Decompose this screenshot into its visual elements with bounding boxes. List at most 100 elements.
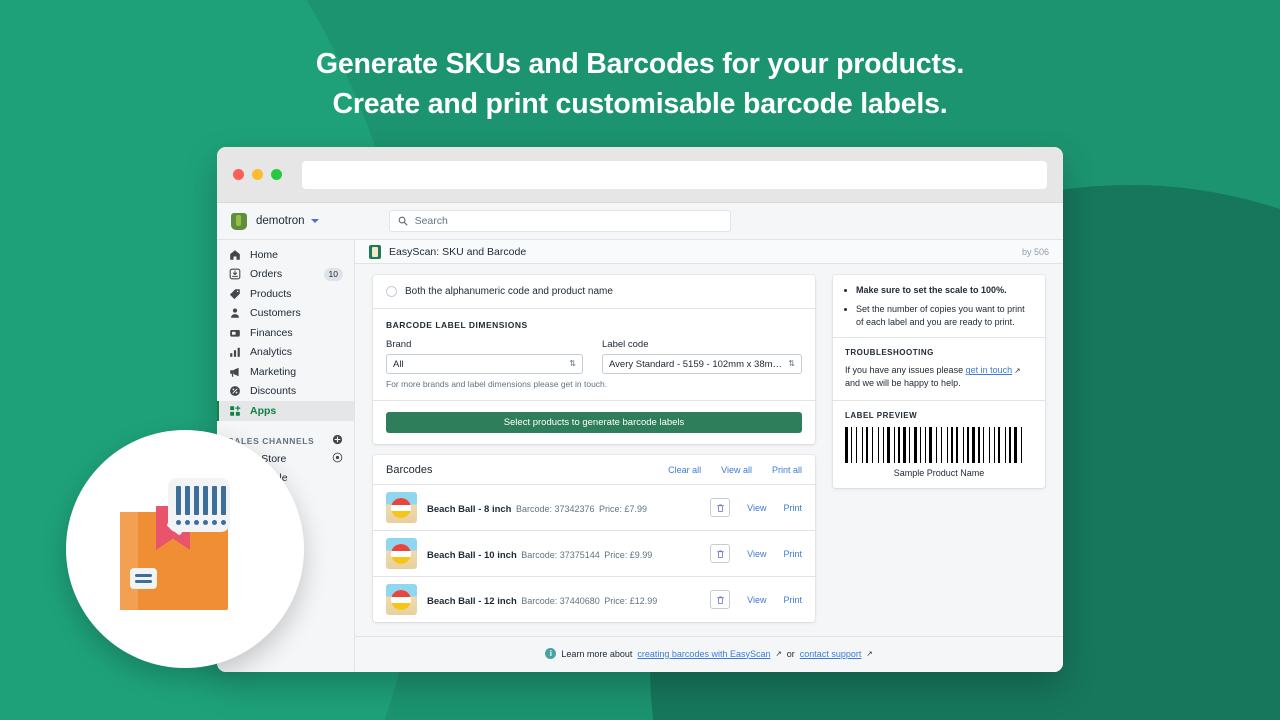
product-info: Beach Ball - 10 inch Barcode: 37375144 P… — [427, 545, 700, 563]
clear-all-link[interactable]: Clear all — [668, 465, 701, 475]
orders-icon — [228, 268, 241, 281]
brand-select[interactable]: All ⇅ — [386, 354, 583, 374]
sidebar-item-discounts[interactable]: Discounts — [217, 382, 354, 402]
bullet-item: Set the number of copies you want to pri… — [856, 303, 1033, 329]
info-icon: i — [545, 648, 557, 659]
table-row[interactable]: Beach Ball - 12 inch Barcode: 37440680 P… — [373, 576, 815, 622]
creating-barcodes-link[interactable]: creating barcodes with EasyScan — [637, 649, 770, 659]
dimensions-fields: Brand All ⇅ Label code Avery Standard - … — [386, 339, 802, 374]
external-link-icon: ↗ — [1012, 366, 1021, 376]
tag-icon — [228, 287, 241, 300]
shopify-topbar: demotron Search — [217, 203, 1063, 240]
delete-button[interactable] — [710, 544, 731, 563]
troubleshooting-text-before: If you have any issues please — [845, 365, 966, 376]
left-column: Both the alphanumeric code and product n… — [373, 275, 815, 636]
label-code-select[interactable]: Avery Standard - 5159 - 102mm x 38mm 7 r… — [602, 354, 802, 374]
maximize-window-button[interactable] — [271, 169, 282, 180]
instructions-card: Make sure to set the scale to 100%. Set … — [833, 275, 1045, 489]
bar-chart-icon — [228, 346, 241, 359]
product-thumbnail — [386, 492, 417, 523]
brand-field: Brand All ⇅ — [386, 339, 583, 374]
bullet-item: Make sure to set the scale to 100%. — [856, 284, 1033, 297]
print-link[interactable]: Print — [783, 549, 802, 559]
troubleshooting-text-after: and we will be happy to help. — [845, 378, 961, 389]
megaphone-icon — [228, 365, 241, 378]
barcodes-title: Barcodes — [386, 464, 433, 476]
sidebar-label: Products — [250, 287, 292, 300]
chevron-down-icon[interactable] — [310, 219, 319, 223]
admin-body: Home Orders 10 Products Customers Financ… — [217, 240, 1063, 672]
view-link[interactable]: View — [747, 595, 766, 605]
sidebar-item-finances[interactable]: Finances — [217, 323, 354, 343]
product-info: Beach Ball - 8 inch Barcode: 37342376 Pr… — [427, 499, 700, 517]
promo-headline: Generate SKUs and Barcodes for your prod… — [0, 44, 1280, 124]
table-row[interactable]: Beach Ball - 10 inch Barcode: 37375144 P… — [373, 530, 815, 576]
barcode-settings-card: Both the alphanumeric code and product n… — [373, 275, 815, 444]
troubleshooting-text: If you have any issues please get in tou… — [845, 364, 1033, 390]
search-placeholder: Search — [414, 215, 448, 227]
sidebar-label: Apps — [250, 404, 277, 417]
discount-icon — [228, 385, 241, 398]
app-badge-circle — [66, 430, 304, 668]
address-bar[interactable] — [302, 160, 1047, 189]
print-link[interactable]: Print — [783, 595, 802, 605]
product-barcode: Barcode: 37440680 — [521, 595, 600, 606]
app-developer: by 506 — [1021, 246, 1049, 257]
radio-label: Both the alphanumeric code and product n… — [405, 286, 613, 297]
external-link-icon: ↗ — [775, 649, 782, 658]
brand-value: All — [393, 358, 404, 370]
barcodes-list-header: Barcodes Clear all View all Print all — [373, 455, 815, 484]
shopify-logo-icon — [231, 212, 247, 230]
select-products-button[interactable]: Select products to generate barcode labe… — [386, 412, 802, 433]
radio-button[interactable] — [386, 286, 397, 297]
plus-circle-icon[interactable] — [332, 432, 343, 450]
delete-button[interactable] — [710, 498, 731, 517]
sidebar-item-marketing[interactable]: Marketing — [217, 362, 354, 382]
row-actions: View Print — [710, 590, 802, 609]
view-link[interactable]: View — [747, 549, 766, 559]
search-input[interactable]: Search — [388, 210, 731, 232]
help-note: For more brands and label dimensions ple… — [386, 379, 608, 389]
store-name: demotron — [256, 215, 305, 227]
eye-icon[interactable] — [332, 452, 343, 466]
app-main-column: EasyScan: SKU and Barcode by 506 Both th… — [355, 240, 1063, 672]
sidebar-item-apps[interactable]: Apps — [217, 401, 354, 421]
view-all-link[interactable]: View all — [721, 465, 752, 475]
barcode-bubble — [168, 478, 230, 532]
label-code-field: Label code Avery Standard - 5159 - 102mm… — [602, 339, 802, 374]
sidebar-item-products[interactable]: Products — [217, 284, 354, 304]
window-controls — [233, 169, 282, 180]
search-icon — [398, 216, 408, 226]
close-window-button[interactable] — [233, 169, 244, 180]
label-preview-section: LABEL PREVIEW Sample Product Name — [833, 400, 1045, 488]
get-in-touch-link[interactable]: get in touch — [966, 365, 1013, 375]
promo-banner: Generate SKUs and Barcodes for your prod… — [0, 0, 1280, 720]
sidebar-item-home[interactable]: Home — [217, 245, 354, 265]
contact-support-link[interactable]: contact support — [800, 649, 862, 659]
radio-option-both[interactable]: Both the alphanumeric code and product n… — [386, 286, 802, 297]
sidebar-item-customers[interactable]: Customers — [217, 304, 354, 324]
headline-line-2: Create and print customisable barcode la… — [332, 88, 948, 120]
browser-window: demotron Search Home Orders 10 Products … — [217, 147, 1063, 672]
sidebar-item-orders[interactable]: Orders 10 — [217, 265, 354, 285]
troubleshooting-title: TROUBLESHOOTING — [845, 348, 934, 358]
brand-label: Brand — [386, 339, 412, 350]
print-link[interactable]: Print — [783, 503, 802, 513]
row-actions: View Print — [710, 544, 802, 563]
delete-button[interactable] — [710, 590, 731, 609]
footer-text-middle: or — [786, 648, 795, 659]
label-preview-title: LABEL PREVIEW — [845, 411, 918, 421]
product-price: Price: £9.99 — [604, 549, 653, 560]
product-name: Beach Ball - 12 inch — [427, 595, 517, 607]
sidebar-label: Orders — [250, 268, 283, 281]
minimize-window-button[interactable] — [252, 169, 263, 180]
table-row[interactable]: Beach Ball - 8 inch Barcode: 37342376 Pr… — [373, 484, 815, 530]
print-all-link[interactable]: Print all — [772, 465, 802, 475]
sidebar-item-analytics[interactable]: Analytics — [217, 343, 354, 363]
barcodes-list-card: Barcodes Clear all View all Print all Be… — [373, 455, 815, 622]
generate-section: Select products to generate barcode labe… — [373, 401, 815, 444]
app-footer: i Learn more about creating barcodes wit… — [355, 636, 1063, 672]
view-link[interactable]: View — [747, 503, 766, 513]
sidebar-label: Marketing — [250, 365, 297, 378]
instruction-bullets: Make sure to set the scale to 100%. Set … — [833, 275, 1045, 337]
